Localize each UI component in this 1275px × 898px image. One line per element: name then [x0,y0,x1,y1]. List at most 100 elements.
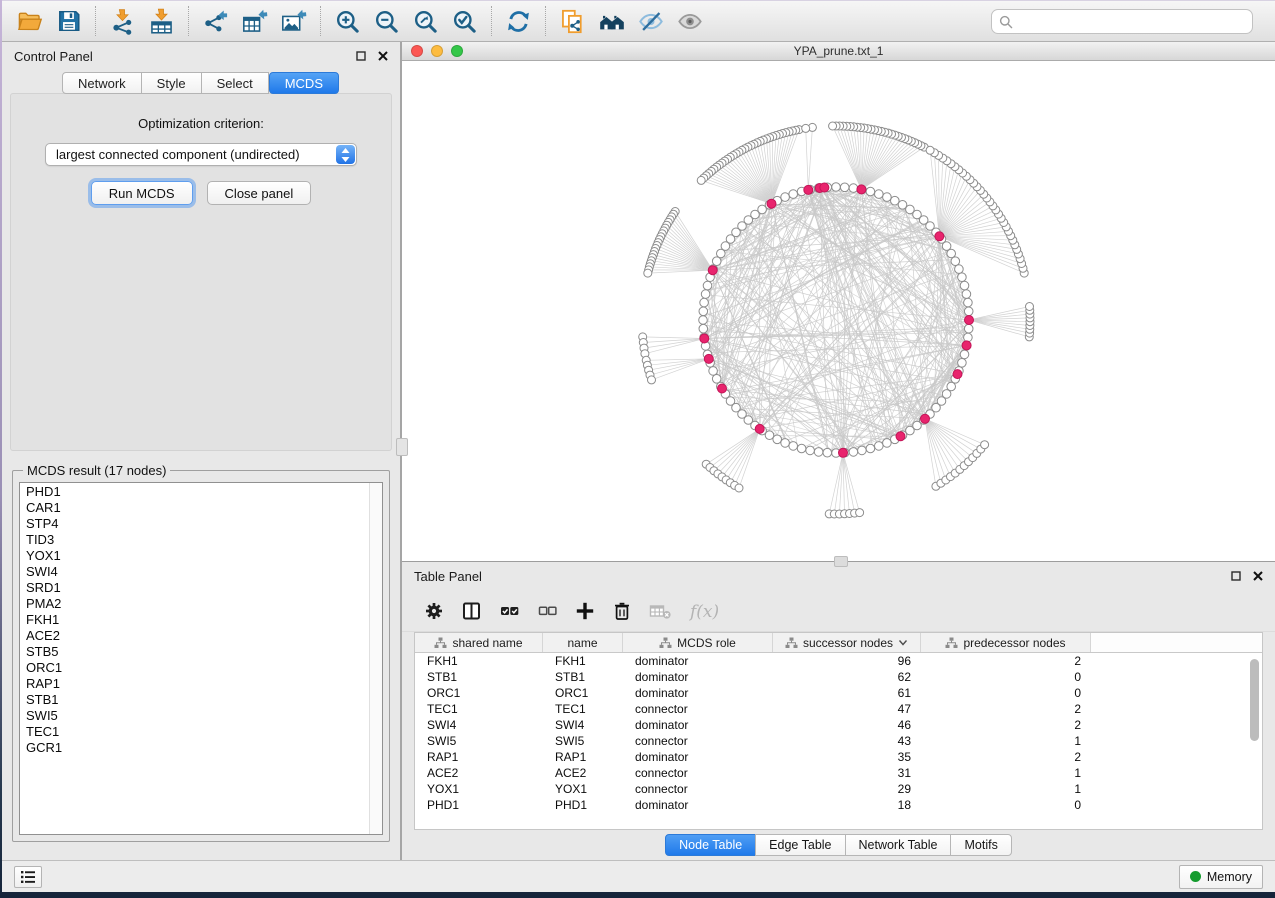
export-table-button[interactable] [235,4,274,38]
network-ring-node[interactable] [947,382,956,391]
network-ring-node[interactable] [964,307,973,316]
network-ring-node[interactable] [717,249,726,258]
task-history-button[interactable] [14,866,42,888]
tab-network-table[interactable]: Network Table [845,834,952,856]
network-canvas[interactable] [402,61,1275,561]
network-leaf-node[interactable] [926,146,934,154]
network-dominator-node[interactable] [935,232,944,241]
table-row[interactable]: YOX1YOX1connector291 [415,781,1262,797]
network-ring-node[interactable] [964,298,973,307]
column-header-MCDS-role[interactable]: MCDS role [623,633,773,652]
network-dominator-node[interactable] [820,183,829,192]
network-ring-node[interactable] [866,444,875,453]
tab-network[interactable]: Network [62,72,142,94]
network-dominator-node[interactable] [965,316,974,325]
select-all-rows-button[interactable] [499,601,520,621]
float-panel-icon[interactable] [356,51,366,61]
table-row[interactable]: TEC1TEC1connector472 [415,701,1262,717]
network-ring-node[interactable] [898,201,907,210]
mcds-result-node[interactable]: ORC1 [26,660,369,676]
mcds-result-node[interactable]: RAP1 [26,676,369,692]
network-leaf-node[interactable] [648,376,656,384]
column-header-name[interactable]: name [543,633,623,652]
mcds-result-node[interactable]: SRD1 [26,580,369,596]
network-leaf-node[interactable] [981,441,989,449]
duplicate-network-button[interactable] [553,4,592,38]
refresh-layout-button[interactable] [499,4,538,38]
network-dominator-node[interactable] [718,384,727,393]
network-leaf-node[interactable] [1026,303,1034,311]
network-dominator-node[interactable] [700,334,709,343]
float-table-panel-icon[interactable] [1231,571,1241,581]
network-ring-node[interactable] [773,435,782,444]
tab-node-table[interactable]: Node Table [665,834,756,856]
network-dominator-node[interactable] [962,341,971,350]
network-dominator-node[interactable] [704,354,713,363]
close-table-panel-icon[interactable] [1253,571,1263,581]
network-ring-node[interactable] [832,183,841,192]
network-ring-node[interactable] [789,190,798,199]
table-scrollbar-thumb[interactable] [1250,659,1259,741]
deselect-all-rows-button[interactable] [537,601,558,621]
network-ring-node[interactable] [703,281,712,290]
zoom-fit-button[interactable] [406,4,445,38]
mcds-result-node[interactable]: STB1 [26,692,369,708]
table-settings-button[interactable] [424,601,444,621]
network-leaf-node[interactable] [644,269,652,277]
network-dominator-node[interactable] [839,448,848,457]
mcds-result-node[interactable]: STP4 [26,516,369,532]
mcds-result-node[interactable]: TEC1 [26,724,369,740]
criterion-dropdown[interactable]: largest connected component (undirected) [45,143,357,166]
search-input[interactable] [1018,14,1245,30]
show-all-button[interactable] [670,4,709,38]
minimize-window-button[interactable] [431,45,443,57]
network-svg[interactable] [402,61,1273,561]
tab-motifs[interactable]: Motifs [950,834,1011,856]
network-ring-node[interactable] [849,448,858,457]
network-ring-node[interactable] [883,193,892,202]
mcds-result-node[interactable]: YOX1 [26,548,369,564]
mcds-result-node[interactable]: FKH1 [26,612,369,628]
export-network-button[interactable] [196,4,235,38]
network-ring-node[interactable] [958,359,967,368]
network-ring-node[interactable] [700,298,709,307]
close-window-button[interactable] [411,45,423,57]
list-scrollbar-track[interactable] [369,483,382,834]
network-ring-node[interactable] [866,187,875,196]
network-ring-node[interactable] [701,290,710,299]
close-panel-button[interactable]: Close panel [207,181,312,205]
network-ring-node[interactable] [891,196,900,205]
mcds-result-node[interactable]: STB5 [26,644,369,660]
mcds-result-node[interactable]: SWI5 [26,708,369,724]
network-titlebar[interactable]: YPA_prune.txt_1 [402,42,1275,61]
network-ring-node[interactable] [875,442,884,451]
mcds-result-node[interactable]: ACE2 [26,628,369,644]
save-session-button[interactable] [49,4,88,38]
maximize-window-button[interactable] [451,45,463,57]
import-table-button[interactable] [142,4,181,38]
tab-edge-table[interactable]: Edge Table [755,834,845,856]
network-ring-node[interactable] [806,446,815,455]
horizontal-splitter-handle[interactable] [834,556,848,567]
network-dominator-node[interactable] [953,370,962,379]
network-leaf-node[interactable] [802,124,810,132]
network-ring-node[interactable] [781,193,790,202]
zoom-selected-button[interactable] [445,4,484,38]
column-header-successor-nodes[interactable]: successor nodes [773,633,921,652]
network-ring-node[interactable] [814,448,823,457]
zoom-out-button[interactable] [367,4,406,38]
hide-selected-button[interactable] [631,4,670,38]
network-ring-node[interactable] [958,273,967,282]
network-ring-node[interactable] [712,257,721,266]
column-header-predecessor-nodes[interactable]: predecessor nodes [921,633,1091,652]
add-column-button[interactable] [575,601,595,621]
run-mcds-button[interactable]: Run MCDS [91,181,193,205]
network-ring-node[interactable] [883,439,892,448]
memory-button[interactable]: Memory [1179,865,1263,889]
search-box[interactable] [991,9,1253,34]
mcds-result-node[interactable]: PHD1 [26,484,369,500]
close-panel-icon[interactable] [378,51,388,61]
network-ring-node[interactable] [709,367,718,376]
vertical-splitter-handle[interactable] [396,438,408,456]
network-leaf-node[interactable] [856,509,864,517]
